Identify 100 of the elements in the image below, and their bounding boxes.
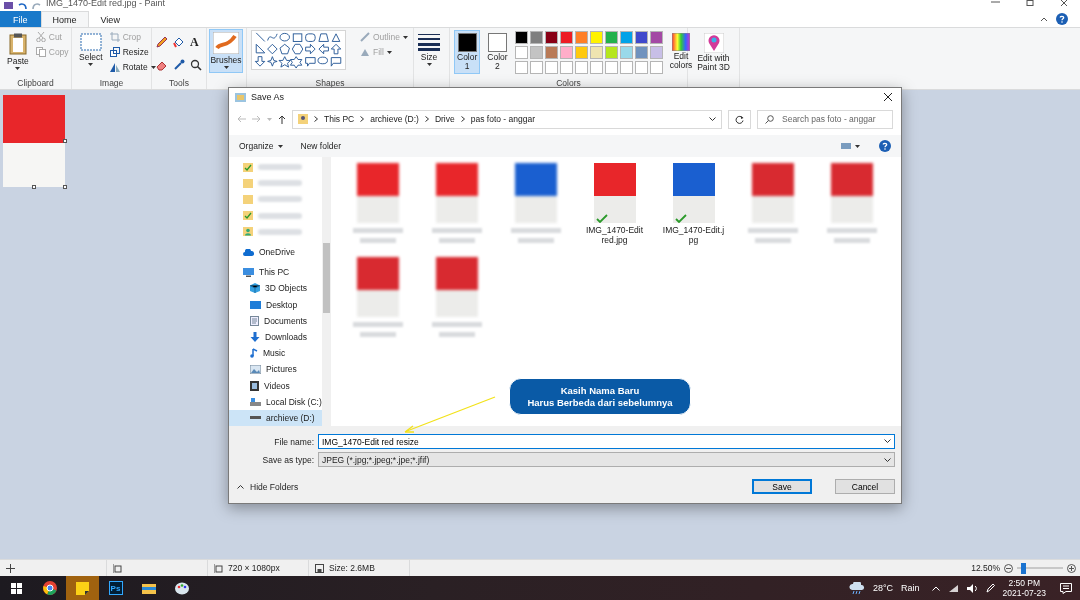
image-size-icon (214, 563, 223, 573)
select-button[interactable]: Select (76, 30, 106, 69)
breadcrumb-item[interactable]: Drive (434, 114, 455, 124)
brushes-button[interactable]: Brushes (209, 29, 243, 73)
nav-item[interactable]: Pictures (229, 361, 322, 378)
desktop-icon (250, 300, 261, 309)
rotate-button[interactable]: Rotate (109, 60, 156, 74)
nav-item[interactable]: Music (229, 345, 322, 362)
scrollbar[interactable] (322, 157, 331, 426)
nav-item[interactable]: Documents (229, 312, 322, 329)
save-button[interactable]: Save (752, 479, 812, 494)
palette-swatch[interactable] (634, 31, 648, 44)
help-icon[interactable] (879, 140, 891, 152)
temperature[interactable]: 28°C (872, 583, 893, 593)
paint-3d-icon (703, 33, 724, 53)
clipboard-icon (8, 33, 27, 55)
zoom-out-icon[interactable] (1004, 563, 1013, 573)
sticky-note-icon (76, 581, 89, 595)
ribbon-tab[interactable]: Home (40, 11, 89, 27)
nav-item[interactable]: This PC (229, 264, 322, 281)
color-slot-button[interactable]: Color 2 (484, 30, 511, 74)
search-field[interactable]: Search pas foto - anggar (757, 109, 893, 129)
palette-swatch[interactable] (544, 46, 558, 59)
help-icon[interactable] (1056, 13, 1068, 25)
palette-swatch[interactable] (589, 46, 603, 59)
refresh-button[interactable] (728, 109, 751, 129)
palette-swatch[interactable] (589, 31, 603, 44)
palette-swatch[interactable] (544, 31, 558, 44)
palette-swatch[interactable] (634, 46, 648, 59)
eraser-icon[interactable] (156, 59, 168, 71)
address-bar[interactable]: This PC archieve (D:) Drive pas foto - anggar (292, 109, 722, 129)
selection-size-icon (113, 563, 122, 573)
hide-folders-button[interactable]: Hide Folders (237, 481, 299, 492)
color-slot-button[interactable]: Color 1 (454, 30, 481, 74)
cloud-rain-icon[interactable] (848, 582, 865, 594)
palette-swatch[interactable] (649, 46, 663, 59)
document-icon (250, 315, 259, 326)
palette-swatch[interactable] (574, 31, 588, 44)
up-arrow-icon[interactable] (278, 114, 286, 124)
size-button[interactable]: Size (415, 30, 443, 69)
blurred-label (826, 228, 877, 233)
cancel-button[interactable]: Cancel (835, 479, 895, 494)
blurred-label (352, 228, 403, 233)
text-tool[interactable]: A (190, 36, 203, 48)
collapse-ribbon-icon[interactable] (1040, 16, 1048, 22)
color-picker-icon[interactable] (173, 59, 185, 71)
nav-item[interactable]: OneDrive (229, 243, 322, 261)
nav-item[interactable]: Downloads (229, 328, 322, 346)
file-name-field[interactable]: IMG_1470-Edit red resize (318, 434, 895, 449)
palette-swatch[interactable] (529, 46, 543, 59)
ribbon-tab[interactable]: View (88, 11, 132, 27)
nav-item[interactable]: 3D Objects (229, 280, 322, 297)
dropdown-chevron-icon[interactable] (709, 117, 716, 121)
notifications-icon[interactable] (1060, 582, 1072, 594)
close-icon[interactable] (1060, 0, 1068, 6)
zoom-in-icon[interactable] (1067, 563, 1076, 573)
new-folder-button[interactable]: New folder (300, 141, 342, 151)
save-type-dropdown[interactable]: JPEG (*.jpg;*.jpeg;*.jpe;*.jfif) (318, 452, 895, 467)
pencil-icon[interactable] (156, 36, 168, 48)
palette-swatch[interactable] (619, 31, 633, 44)
wifi-icon[interactable] (947, 583, 959, 593)
speaker-icon[interactable] (966, 583, 978, 593)
paste-button[interactable]: Paste (4, 30, 32, 73)
breadcrumb-item[interactable]: pas foto - anggar (470, 114, 535, 124)
organize-menu[interactable]: Organize (239, 141, 283, 151)
close-icon[interactable] (884, 93, 892, 101)
breadcrumb-item[interactable]: This PC (324, 114, 355, 124)
palette-swatch[interactable] (574, 46, 588, 59)
palette-swatch[interactable] (514, 46, 528, 59)
palette-swatch[interactable] (619, 46, 633, 59)
pen-icon[interactable] (985, 583, 995, 593)
slider-thumb[interactable] (1021, 562, 1027, 574)
breadcrumb-item[interactable]: archieve (D:) (370, 114, 419, 124)
undo-icon[interactable] (18, 2, 27, 9)
palette-swatch[interactable] (529, 31, 543, 44)
nav-item[interactable]: Videos (229, 377, 322, 394)
restore-icon[interactable] (1026, 0, 1034, 6)
palette-swatch[interactable] (559, 31, 573, 44)
weather-condition[interactable]: Rain (901, 583, 920, 593)
outline-icon (360, 32, 370, 42)
shapes-gallery-drawing[interactable] (251, 30, 346, 70)
file-item[interactable]: IMG_1470-Edit red.jpg (575, 163, 654, 257)
nav-item[interactable]: Desktop (229, 296, 322, 313)
nav-item[interactable]: archieve (D:) (229, 409, 322, 426)
view-options-icon[interactable] (841, 142, 861, 150)
palette-swatch[interactable] (514, 31, 528, 44)
file-item[interactable]: IMG_1470-Edit.jpg (654, 163, 733, 257)
palette-swatch[interactable] (559, 46, 573, 59)
resize-button[interactable]: Resize (109, 45, 156, 59)
fill-bucket-icon[interactable] (173, 36, 185, 48)
clock[interactable]: 2:50 PM 2021-07-23 (1002, 578, 1046, 598)
palette-swatch[interactable] (604, 46, 618, 59)
nav-item[interactable]: Local Disk (C:) (229, 393, 322, 410)
palette-swatch[interactable] (649, 31, 663, 44)
palette-swatch[interactable] (604, 31, 618, 44)
taskbar-app-button[interactable]: Ps (99, 576, 132, 600)
chevron-icon (360, 116, 365, 122)
chevron-up-icon[interactable] (931, 585, 940, 591)
file-menu-tab[interactable]: File (0, 11, 41, 27)
magnifier-icon[interactable] (190, 59, 202, 71)
